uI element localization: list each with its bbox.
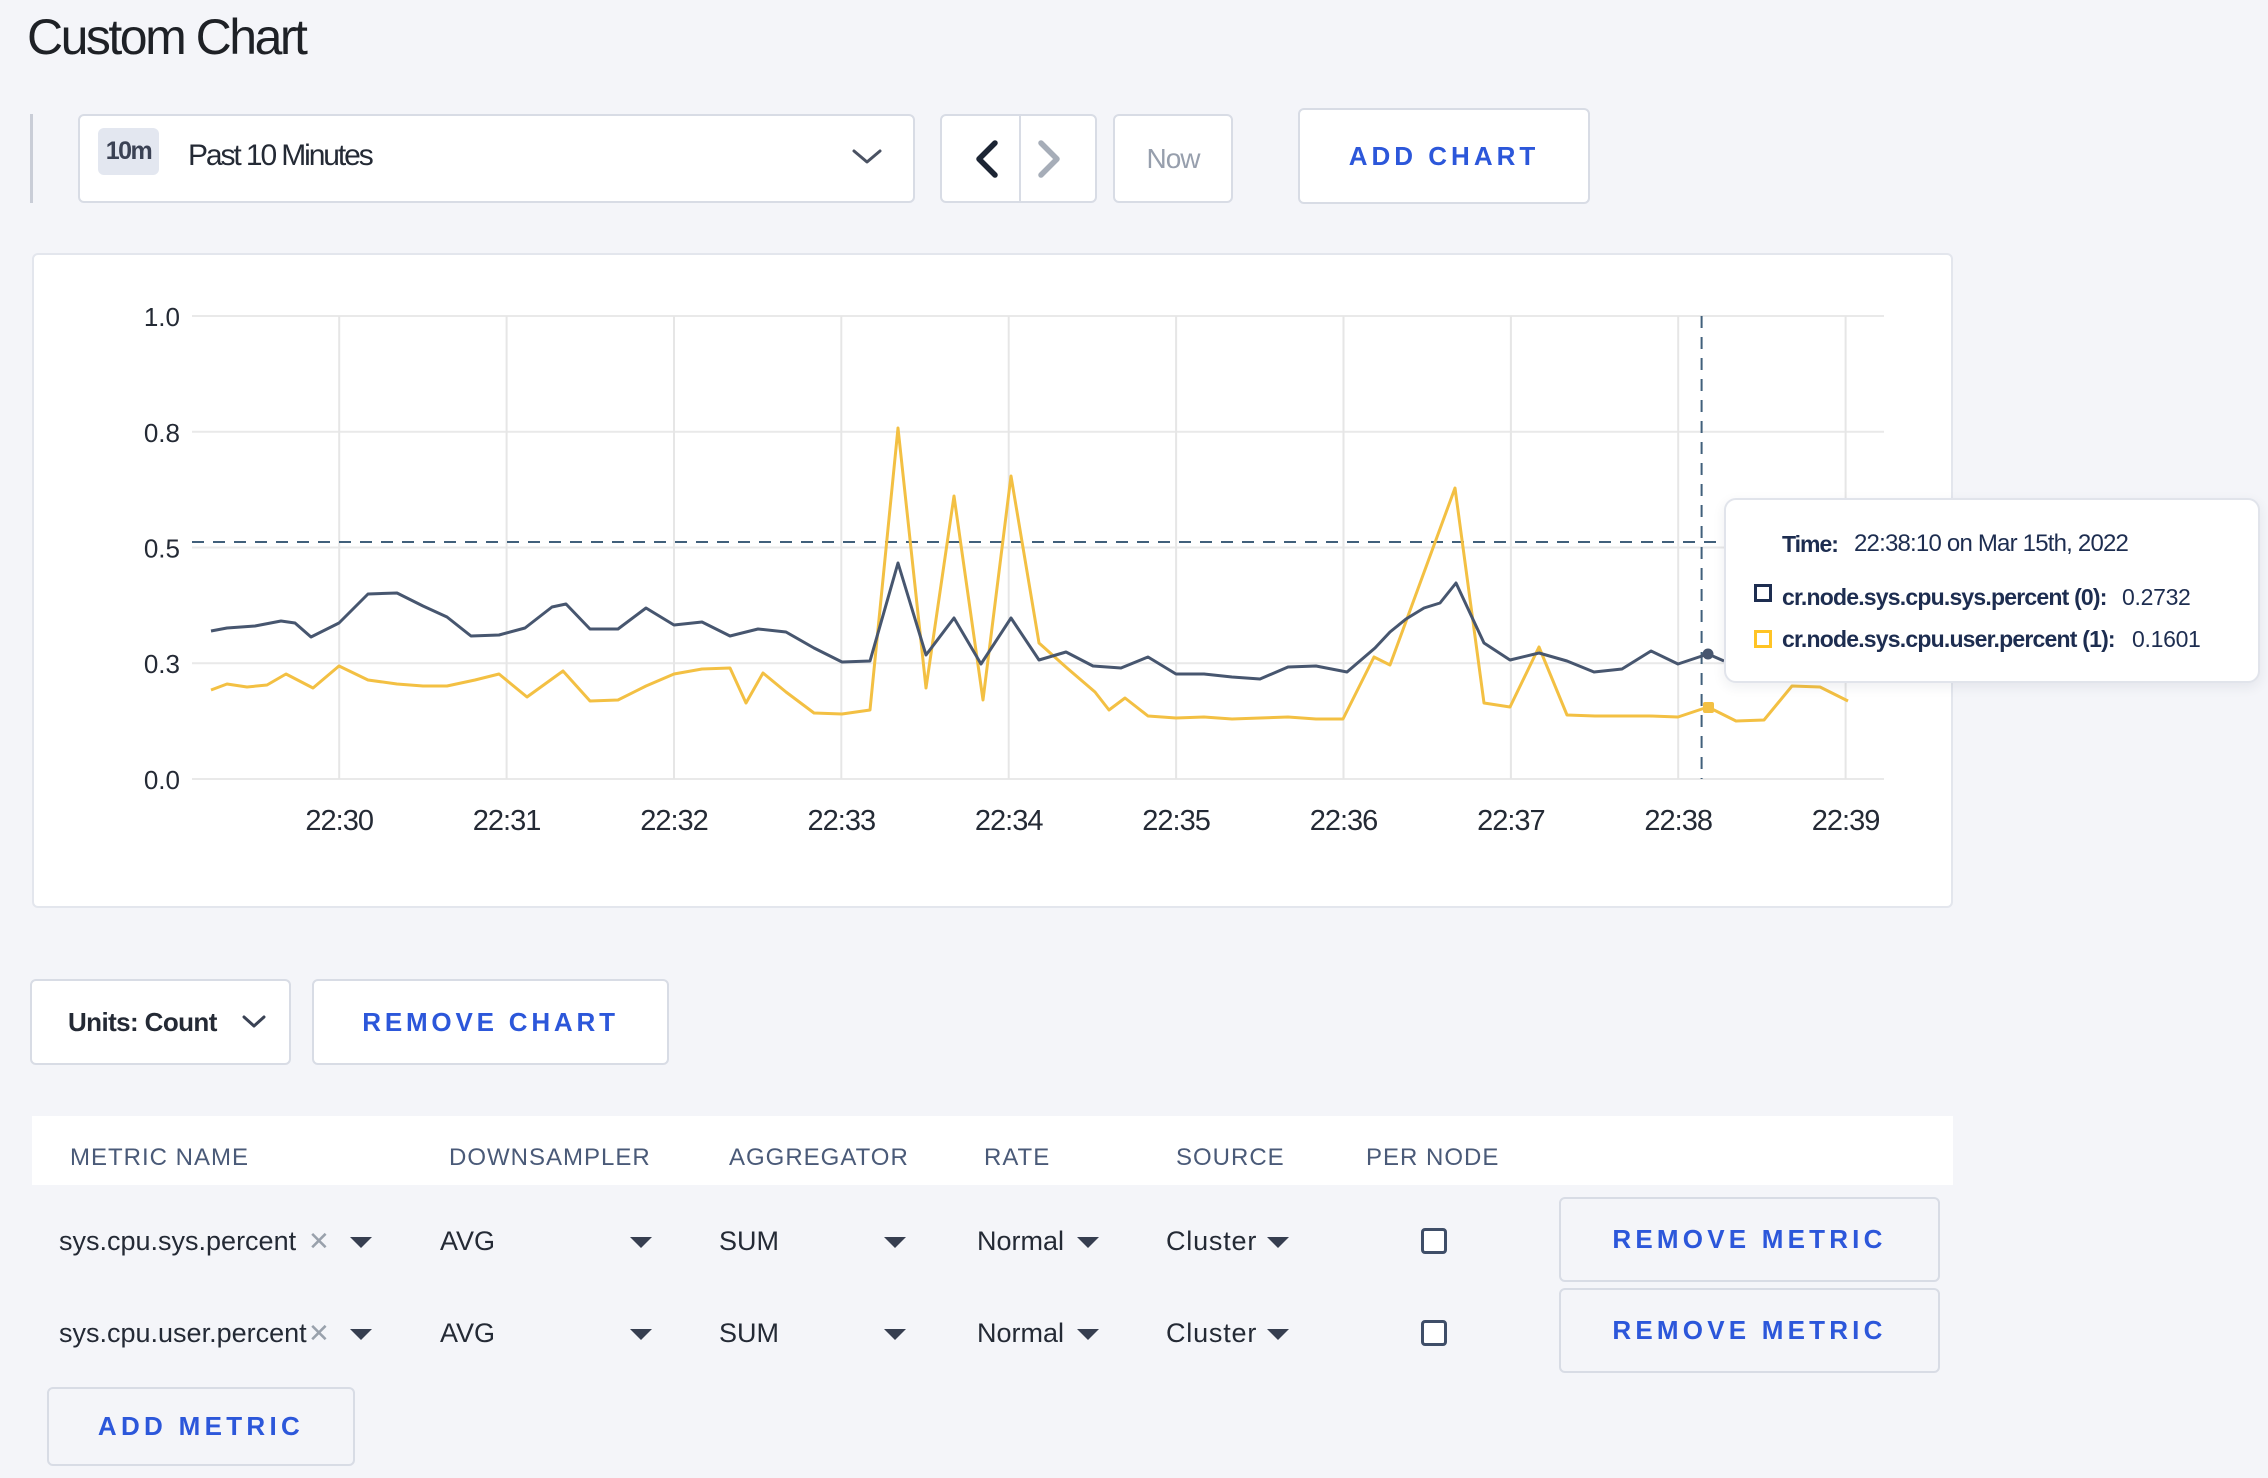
- svg-text:22:34: 22:34: [975, 805, 1043, 837]
- svg-text:0.3: 0.3: [144, 649, 180, 679]
- svg-text:22:35: 22:35: [1142, 805, 1210, 837]
- svg-text:22:36: 22:36: [1310, 805, 1378, 837]
- svg-text:1.0: 1.0: [144, 302, 180, 332]
- svg-text:22:39: 22:39: [1812, 805, 1880, 837]
- svg-text:0.5: 0.5: [144, 534, 180, 564]
- svg-text:22:37: 22:37: [1477, 805, 1545, 837]
- svg-text:0.0: 0.0: [144, 765, 180, 795]
- svg-text:0.8: 0.8: [144, 418, 180, 448]
- svg-text:22:31: 22:31: [473, 805, 541, 837]
- svg-text:22:32: 22:32: [640, 805, 708, 837]
- svg-text:22:30: 22:30: [305, 805, 373, 837]
- svg-text:22:33: 22:33: [808, 805, 876, 837]
- svg-text:22:38: 22:38: [1644, 805, 1712, 837]
